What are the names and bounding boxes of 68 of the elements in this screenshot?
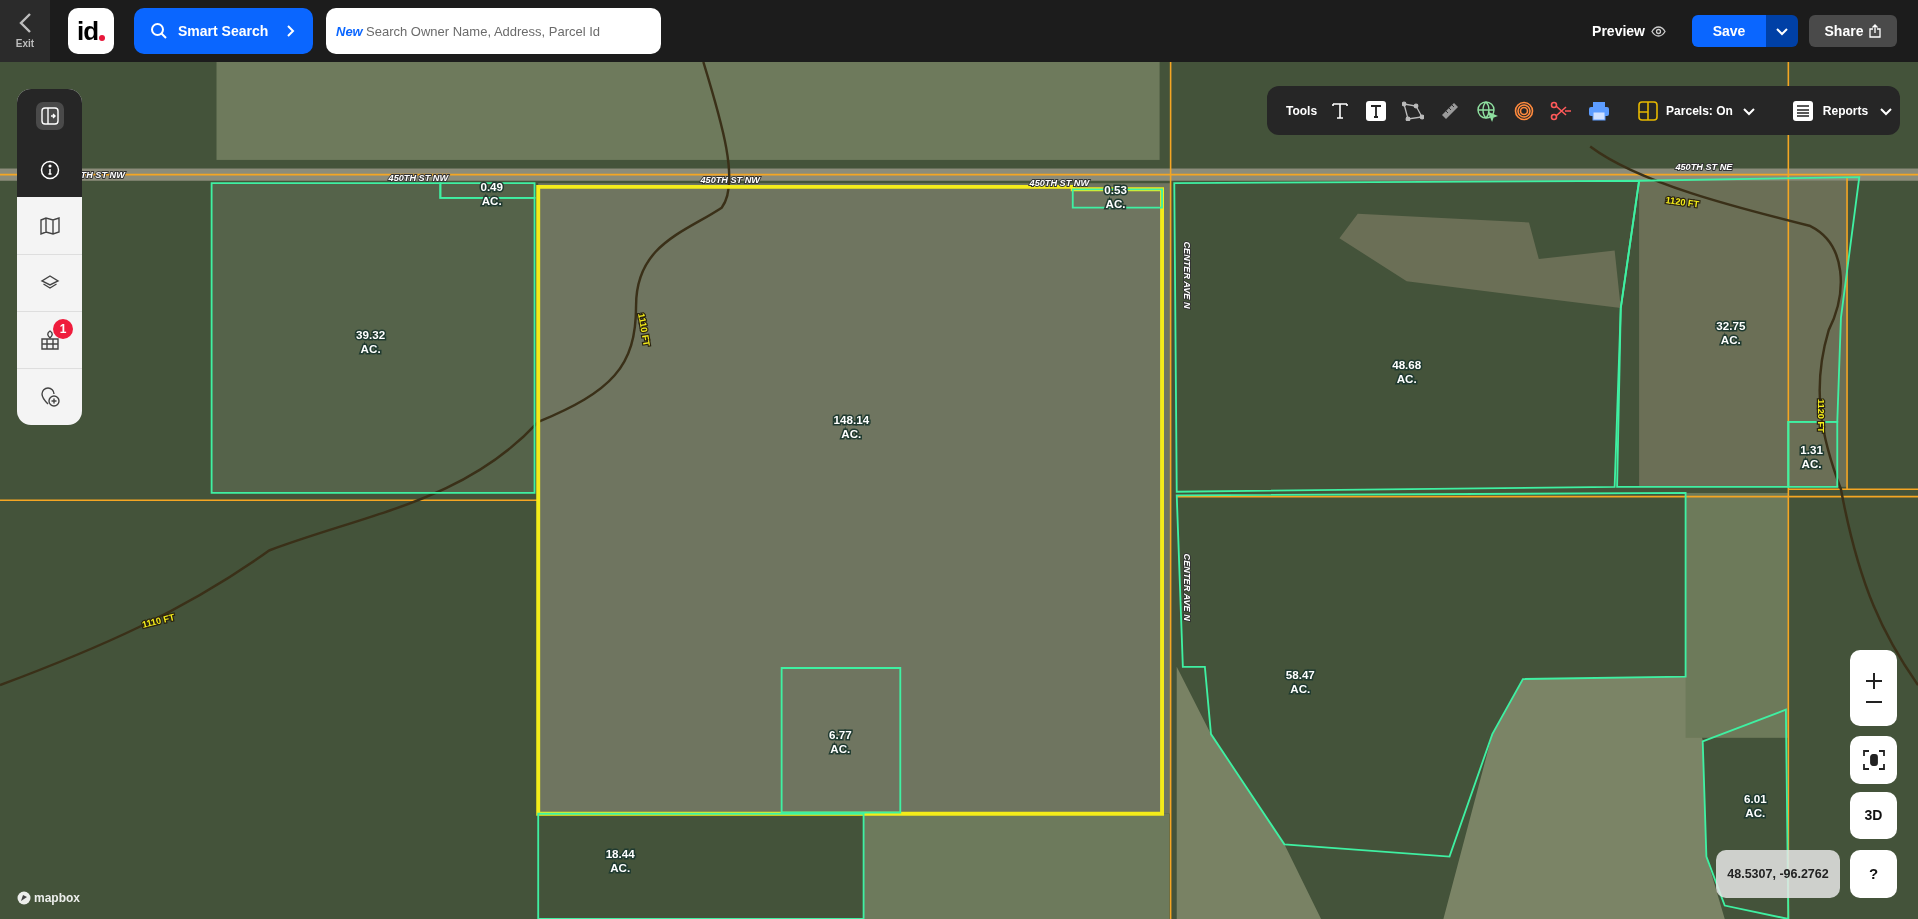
zoom-in-icon[interactable]: [1864, 672, 1883, 690]
acreage-label: 148.14 AC.: [833, 413, 870, 441]
fit-view-button[interactable]: [1850, 736, 1897, 784]
parcel-outline[interactable]: [1787, 421, 1839, 488]
road-name-label: 450TH ST NW: [388, 172, 449, 183]
parcel-outline[interactable]: [537, 812, 865, 919]
parcel-outline[interactable]: [1071, 188, 1163, 209]
info-icon: [39, 160, 60, 180]
parcel-outline[interactable]: [1616, 176, 1861, 488]
notification-badge: 1: [53, 319, 73, 339]
text-tool-icon[interactable]: [1330, 100, 1351, 121]
share-button[interactable]: Share: [1809, 15, 1897, 47]
elevation-label: 1120 FT: [1665, 195, 1700, 210]
parcels-toggle[interactable]: Parcels: On: [1638, 100, 1757, 121]
map-icon: [38, 215, 61, 236]
acreage-label: 39.32 AC.: [356, 327, 386, 355]
ruler-icon[interactable]: [1440, 100, 1461, 121]
road-name-label: 450TH ST NW: [1029, 177, 1090, 188]
save-button[interactable]: Save: [1692, 15, 1766, 47]
sidebar-button[interactable]: 1: [17, 311, 82, 368]
search-icon: [150, 22, 168, 40]
acreage-label: 58.47 AC.: [1285, 668, 1315, 696]
acreage-label: 6.01 AC.: [1744, 791, 1767, 819]
acreage-label: 32.75 AC.: [1716, 319, 1746, 347]
printer-icon[interactable]: [1588, 100, 1611, 121]
elevation-label: 1120 FT: [1815, 399, 1826, 433]
acreage-label: 48.68 AC.: [1392, 358, 1422, 386]
coordinates-readout: 48.5307, -96.2762: [1716, 850, 1840, 898]
smart-search-button[interactable]: Smart Search: [134, 8, 313, 54]
road-name-label: TH ST NW: [80, 170, 125, 181]
concentric-rings-icon[interactable]: [1514, 100, 1535, 121]
panel-toggle-icon: [39, 106, 60, 126]
share-icon: [1869, 24, 1882, 38]
exit-button[interactable]: Exit: [0, 0, 50, 62]
eye-icon: [1651, 25, 1666, 37]
logo-dot-icon: [99, 35, 106, 41]
parcel-grid-icon: [1638, 100, 1659, 121]
text-box-tool-icon[interactable]: [1366, 100, 1387, 121]
road-name-label: 450TH ST NW: [700, 175, 760, 186]
add-location-icon: [38, 386, 61, 408]
road-name-label: CENTER AVE N: [1182, 553, 1193, 621]
map-attribution[interactable]: mapbox: [34, 889, 80, 907]
elevation-label: 1110 FT: [636, 312, 652, 347]
road-name-label: CENTER AVE N: [1182, 241, 1193, 309]
mapbox-logo-icon: [17, 891, 31, 905]
sidebar-button[interactable]: [17, 89, 82, 143]
help-button[interactable]: ?: [1850, 850, 1897, 898]
sidebar-button[interactable]: [17, 143, 82, 197]
3d-view-button[interactable]: 3D: [1850, 792, 1897, 839]
road-name-label: 450TH ST NE: [1675, 161, 1733, 172]
focus-frame-icon: [1862, 750, 1885, 770]
reports-button[interactable]: Reports: [1792, 100, 1895, 121]
preview-button[interactable]: Preview: [1592, 20, 1666, 42]
globe-cursor-icon[interactable]: [1476, 99, 1499, 122]
chevron-right-icon: [285, 24, 297, 38]
map-pin-grid-icon: [38, 329, 61, 351]
elevation-label: 1110 FT: [141, 612, 176, 630]
tools-label: Tools: [1286, 102, 1318, 120]
document-icon: [1792, 100, 1813, 121]
save-options-button[interactable]: [1766, 15, 1798, 47]
acreage-label: 6.77 AC.: [829, 728, 852, 756]
polygon-tool-icon[interactable]: [1402, 100, 1425, 121]
acreage-label: 18.44 AC.: [605, 846, 635, 874]
scissors-icon[interactable]: [1550, 100, 1573, 121]
acreage-label: 1.31 AC.: [1800, 442, 1823, 470]
app-logo[interactable]: id: [68, 8, 114, 54]
zoom-out-icon[interactable]: [1864, 700, 1883, 704]
new-label: New: [336, 23, 363, 41]
